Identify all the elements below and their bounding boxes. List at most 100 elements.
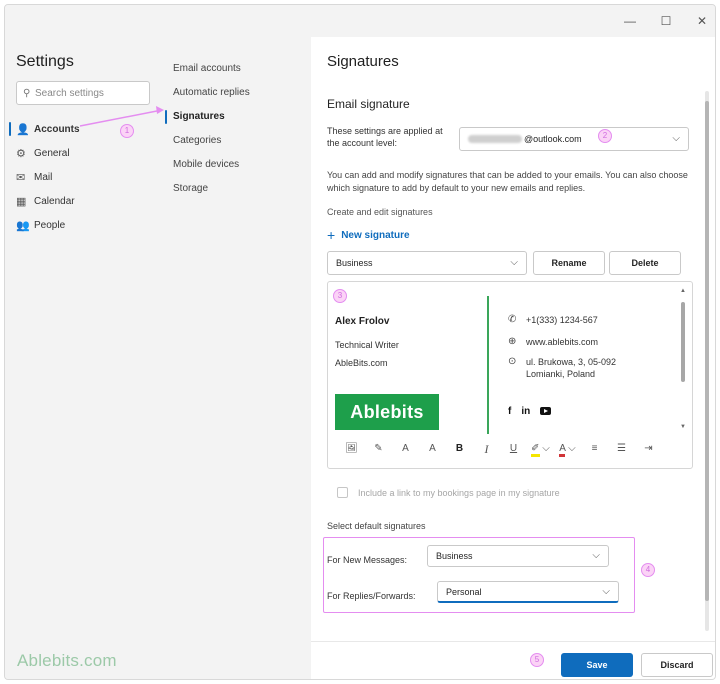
pane-scrollbar[interactable] [705, 91, 709, 631]
subnav-storage[interactable]: Storage [165, 177, 305, 201]
search-input[interactable] [35, 87, 143, 99]
nav-item-label: Mail [34, 171, 53, 183]
youtube-icon[interactable] [540, 407, 552, 415]
settings-sidebar: Settings ⚲ 👤 Accounts ⚙ General ✉ Mail ▦… [5, 37, 311, 679]
signature-select[interactable]: Business ⌵ [327, 251, 527, 275]
annotation-marker-4: 4 [641, 563, 655, 577]
replies-forwards-select[interactable]: Personal ⌵ [437, 581, 619, 603]
ablebits-logo: Ablebits [335, 394, 439, 430]
annotation-marker-5: 5 [530, 653, 544, 667]
phone-icon: ✆ [508, 314, 517, 325]
signatures-pane: Signatures Email signature These setting… [311, 37, 715, 679]
signature-name: Alex Frolov [335, 316, 390, 327]
scroll-down-icon[interactable]: ▼ [680, 424, 686, 430]
new-signature-button[interactable]: + New signature [327, 227, 410, 243]
chevron-down-icon: ⌵ [672, 133, 680, 144]
new-messages-label: For New Messages: [327, 555, 408, 565]
new-messages-select[interactable]: Business ⌵ [427, 545, 609, 567]
format-toolbar: 🖼 ✎ A A B I U ✐ ⌵ A ⌵ ≡ ☰ ⇥ [328, 434, 692, 464]
chevron-down-icon: ⌵ [510, 257, 518, 268]
signature-editor[interactable]: ▲ ▼ Alex Frolov Technical Writer AbleBit… [327, 281, 693, 469]
insert-image-icon[interactable]: 🖼 [338, 438, 365, 460]
font-size-decrease-icon[interactable]: A [392, 438, 419, 460]
italic-button[interactable]: I [473, 438, 500, 460]
signature-role: Technical Writer [335, 340, 399, 350]
bookings-label: Include a link to my bookings page in my… [358, 487, 560, 498]
delete-button[interactable]: Delete [609, 251, 681, 275]
calendar-icon: ▦ [16, 195, 27, 208]
redacted-email [468, 135, 522, 143]
person-icon: 👤 [16, 123, 30, 136]
ablebits-watermark: Ablebits.com [17, 651, 117, 670]
highlight-glyph: ✐ [531, 443, 540, 457]
social-links: f in [508, 406, 552, 417]
underline-button[interactable]: U [500, 438, 527, 460]
accounts-subnav: Email accounts Automatic replies Signatu… [165, 57, 305, 201]
pane-scroll-thumb[interactable] [705, 101, 709, 601]
maximize-icon[interactable]: ☐ [655, 11, 677, 31]
editor-scrollbar[interactable]: ▲ ▼ [680, 288, 686, 430]
editor-scroll-thumb[interactable] [681, 302, 685, 382]
discard-button[interactable]: Discard [641, 653, 713, 677]
signature-phone: ✆ +1(333) 1234-567 [508, 314, 598, 326]
nav-item-people[interactable]: 👥 People [5, 213, 155, 237]
close-icon[interactable]: ✕ [691, 11, 713, 31]
create-edit-label: Create and edit signatures [327, 207, 433, 217]
rename-button[interactable]: Rename [533, 251, 605, 275]
address-text: ul. Brukowa, 3, 05-092 Lomianki, Poland [526, 356, 616, 380]
plus-icon: + [327, 227, 336, 243]
scroll-up-icon[interactable]: ▲ [680, 288, 686, 294]
phone-text: +1(333) 1234-567 [526, 315, 598, 325]
annotation-marker-3: 3 [333, 289, 347, 303]
minimize-icon[interactable]: — [619, 11, 641, 31]
linkedin-icon[interactable]: in [521, 406, 530, 417]
address-line-2: Lomianki, Poland [526, 369, 596, 379]
chevron-down-icon: ⌵ [592, 550, 600, 561]
chevron-down-icon: ⌵ [602, 586, 610, 597]
font-size-increase-icon[interactable]: A [419, 438, 446, 460]
indent-icon[interactable]: ⇥ [635, 438, 662, 460]
nav-item-label: Calendar [34, 195, 75, 207]
save-button[interactable]: Save [561, 653, 633, 677]
search-box[interactable]: ⚲ [16, 81, 150, 105]
email-signature-heading: Email signature [327, 97, 410, 111]
page-title: Signatures [327, 53, 399, 70]
nav-item-label: General [34, 147, 70, 159]
nav-item-general[interactable]: ⚙ General [5, 141, 155, 165]
account-select[interactable]: @outlook.com ⌵ [459, 127, 689, 151]
subnav-signatures[interactable]: Signatures [165, 105, 305, 129]
settings-title: Settings [16, 53, 74, 70]
nav-item-mail[interactable]: ✉ Mail [5, 165, 155, 189]
subnav-automatic-replies[interactable]: Automatic replies [165, 81, 305, 105]
footer-divider [311, 641, 715, 642]
replies-forwards-label: For Replies/Forwards: [327, 591, 416, 601]
replies-forwards-value: Personal [446, 587, 482, 597]
bookings-checkbox[interactable] [337, 487, 348, 498]
address-line-1: ul. Brukowa, 3, 05-092 [526, 357, 617, 367]
globe-icon: ⊕ [508, 336, 517, 347]
signature-address: ⊙ ul. Brukowa, 3, 05-092 Lomianki, Polan… [508, 356, 616, 380]
subnav-categories[interactable]: Categories [165, 129, 305, 153]
gear-icon: ⚙ [16, 147, 26, 160]
subnav-mobile-devices[interactable]: Mobile devices [165, 153, 305, 177]
signature-select-value: Business [336, 258, 373, 268]
default-signatures-label: Select default signatures [327, 521, 426, 531]
highlight-icon[interactable]: ✐ ⌵ [527, 438, 554, 460]
new-signature-label: New signature [341, 229, 410, 241]
font-color-glyph: A [559, 443, 566, 457]
align-icon[interactable]: ≡ [581, 438, 608, 460]
search-icon: ⚲ [23, 87, 31, 99]
format-painter-icon[interactable]: ✎ [365, 438, 392, 460]
signatures-description: You can add and modify signatures that c… [327, 170, 688, 193]
new-messages-value: Business [436, 551, 473, 561]
title-bar: — ☐ ✕ [5, 5, 715, 37]
bookings-link-option: Include a link to my bookings page in my… [337, 487, 560, 498]
nav-item-calendar[interactable]: ▦ Calendar [5, 189, 155, 213]
font-color-icon[interactable]: A ⌵ [554, 438, 581, 460]
subnav-email-accounts[interactable]: Email accounts [165, 57, 305, 81]
website-text: www.ablebits.com [526, 337, 599, 347]
settings-window: — ☐ ✕ Settings ⚲ 👤 Accounts ⚙ General ✉ … [4, 4, 716, 680]
facebook-icon[interactable]: f [508, 406, 511, 417]
bullets-icon[interactable]: ☰ [608, 438, 635, 460]
bold-button[interactable]: B [446, 438, 473, 460]
